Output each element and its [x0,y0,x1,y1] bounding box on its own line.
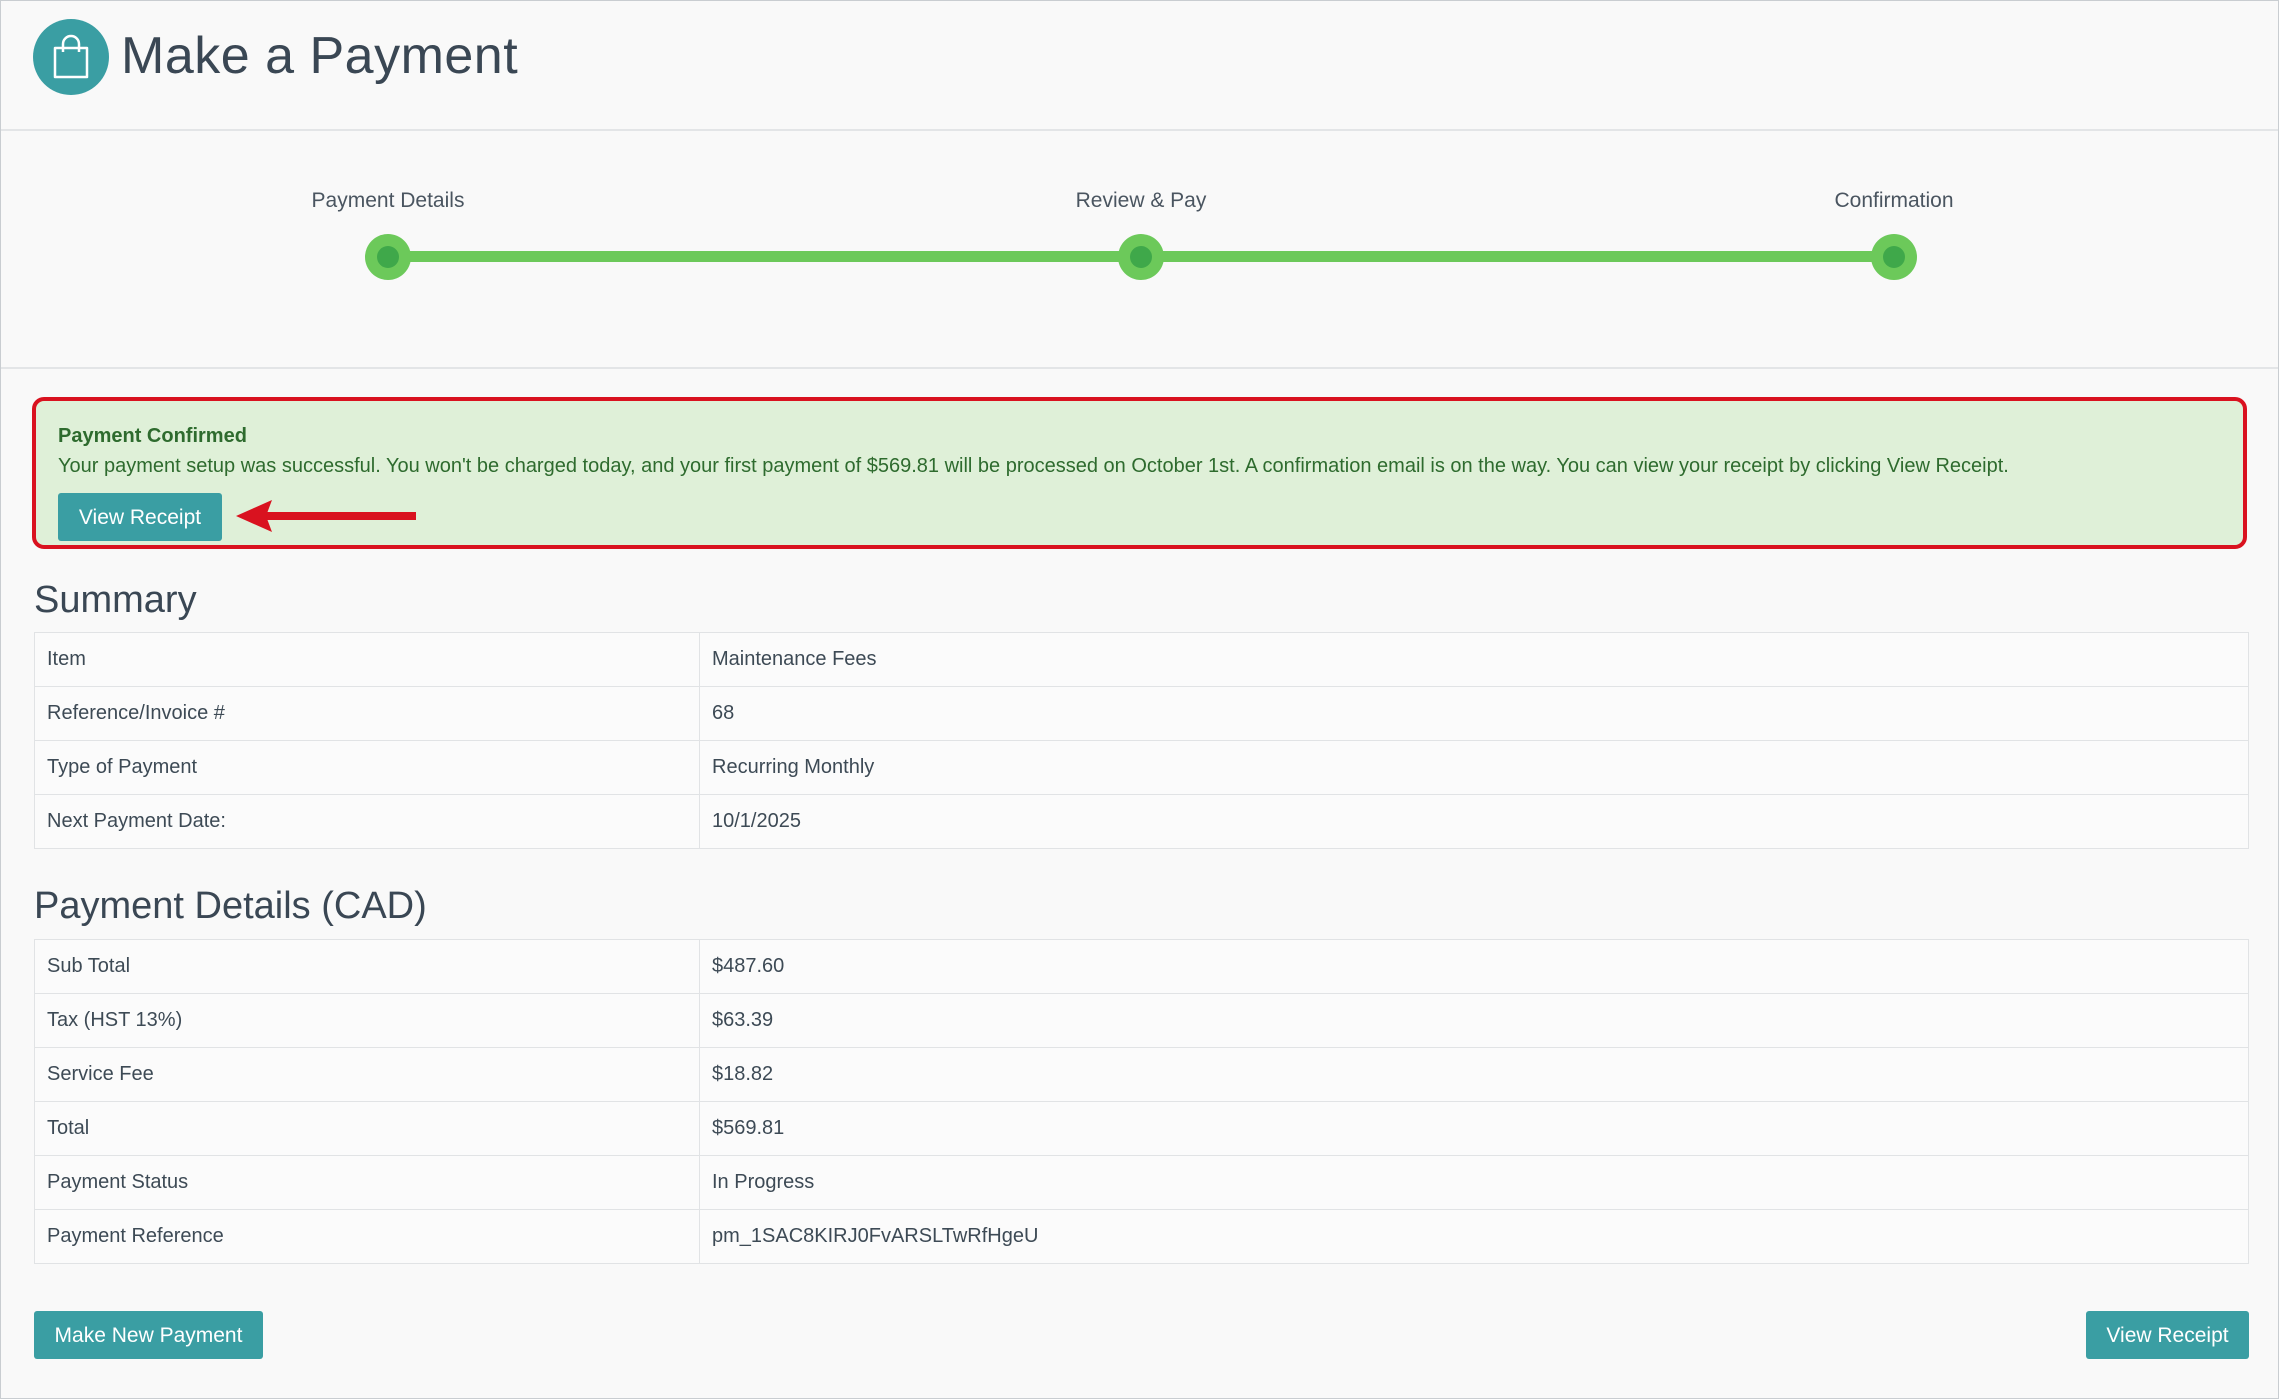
table-row: Payment Reference pm_1SAC8KIRJ0FvARSLTwR… [34,1209,2249,1264]
alert-message: Your payment setup was successful. You w… [58,455,2009,477]
summary-table: Item Maintenance Fees Reference/Invoice … [34,632,2249,849]
summary-key: Reference/Invoice # [34,686,700,741]
step-label-review-pay: Review & Pay [1075,189,1207,212]
payment-confirmed-alert: Payment Confirmed Your payment setup was… [32,397,2247,549]
table-row: Tax (HST 13%) $63.39 [34,993,2249,1048]
page-header: Make a Payment [1,1,2278,131]
step-dot-confirmation [1871,234,1917,280]
payment-detail-value: $18.82 [699,1047,2249,1102]
table-row: Payment Status In Progress [34,1155,2249,1210]
table-row: Sub Total $487.60 [34,939,2249,994]
step-label-payment-details: Payment Details [311,189,465,212]
page-title: Make a Payment [121,27,519,85]
table-row: Total $569.81 [34,1101,2249,1156]
payment-detail-value: $487.60 [699,939,2249,994]
view-receipt-footer-button[interactable]: View Receipt [2086,1311,2249,1359]
summary-key: Next Payment Date: [34,794,700,849]
payment-detail-key: Sub Total [34,939,700,994]
payment-detail-value: $63.39 [699,993,2249,1048]
payment-detail-key: Total [34,1101,700,1156]
summary-key: Type of Payment [34,740,700,795]
shopping-bag-icon [33,19,109,95]
summary-value: 68 [699,686,2249,741]
make-new-payment-button[interactable]: Make New Payment [34,1311,263,1359]
table-row: Service Fee $18.82 [34,1047,2249,1102]
summary-key: Item [34,632,700,687]
summary-value: Recurring Monthly [699,740,2249,795]
table-row: Reference/Invoice # 68 [34,686,2249,741]
payment-detail-value: In Progress [699,1155,2249,1210]
alert-title: Payment Confirmed [58,425,247,447]
page-frame: Make a Payment Payment Details Review & … [0,0,2279,1399]
step-dot-review-pay [1118,234,1164,280]
step-dot-payment-details [365,234,411,280]
payment-detail-value: pm_1SAC8KIRJ0FvARSLTwRfHgeU [699,1209,2249,1264]
payment-detail-key: Tax (HST 13%) [34,993,700,1048]
payment-detail-value: $569.81 [699,1101,2249,1156]
summary-heading: Summary [34,579,197,621]
payment-detail-key: Payment Status [34,1155,700,1210]
summary-value: 10/1/2025 [699,794,2249,849]
payment-detail-key: Service Fee [34,1047,700,1102]
step-label-confirmation: Confirmation [1834,189,1954,212]
progress-stepper: Payment Details Review & Pay Confirmatio… [1,131,2278,369]
view-receipt-button[interactable]: View Receipt [58,493,222,541]
table-row: Type of Payment Recurring Monthly [34,740,2249,795]
payment-detail-key: Payment Reference [34,1209,700,1264]
payment-details-heading: Payment Details (CAD) [34,885,427,927]
payment-details-table: Sub Total $487.60 Tax (HST 13%) $63.39 S… [34,939,2249,1264]
table-row: Item Maintenance Fees [34,632,2249,687]
summary-value: Maintenance Fees [699,632,2249,687]
red-arrow-icon [236,500,416,532]
table-row: Next Payment Date: 10/1/2025 [34,794,2249,849]
